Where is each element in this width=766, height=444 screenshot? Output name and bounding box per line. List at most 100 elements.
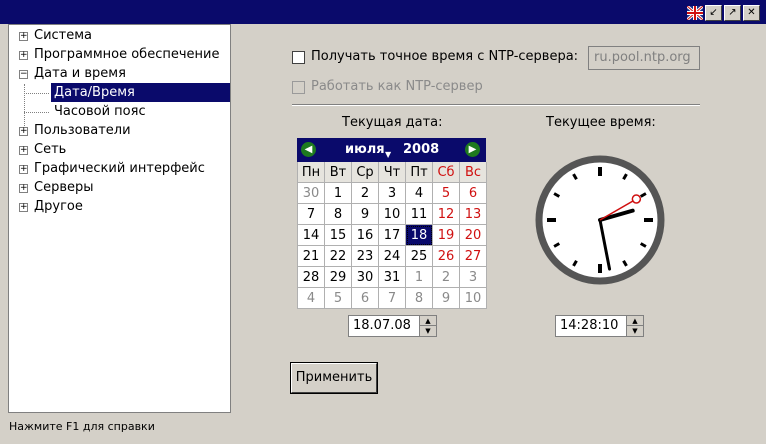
calendar-day[interactable]: 21 bbox=[298, 246, 325, 267]
next-month-icon[interactable]: ▶ bbox=[465, 142, 480, 157]
calendar[interactable]: ◀ июля ▼ 2008 ▶ Пн Вт Ср Чт Пт Сб Вс 30 1 2 3 4 5 6 7 8… bbox=[297, 138, 487, 309]
ntp-server-mode-checkbox[interactable] bbox=[292, 81, 305, 94]
date-spinbox[interactable]: 18.07.08 ▲ ▼ bbox=[348, 315, 437, 337]
calendar-day[interactable]: 24 bbox=[379, 246, 406, 267]
calendar-day[interactable]: 4 bbox=[298, 288, 325, 309]
close-button[interactable]: ✕ bbox=[743, 5, 760, 21]
calendar-day[interactable]: 30 bbox=[352, 267, 379, 288]
ntp-sync-checkbox[interactable] bbox=[292, 51, 305, 64]
calendar-day[interactable]: 17 bbox=[379, 225, 406, 246]
tree-item-label: Другое bbox=[34, 199, 83, 214]
expand-icon[interactable]: + bbox=[19, 165, 28, 174]
tree-item-servers[interactable]: Серверы bbox=[34, 178, 94, 197]
title-bar: ↙ ↗ ✕ bbox=[0, 0, 766, 24]
calendar-day[interactable]: 28 bbox=[298, 267, 325, 288]
tree-item-network[interactable]: Сеть bbox=[34, 140, 66, 159]
calendar-day[interactable]: 15 bbox=[325, 225, 352, 246]
calendar-day[interactable]: 7 bbox=[379, 288, 406, 309]
tree-item-label: Графический интерфейс bbox=[34, 161, 205, 176]
calendar-day[interactable]: 20 bbox=[460, 225, 487, 246]
expand-icon[interactable]: + bbox=[19, 51, 28, 60]
month-dropdown-icon[interactable]: ▼ bbox=[385, 150, 391, 159]
tree-connector bbox=[24, 93, 49, 94]
minimize-button[interactable]: ↙ bbox=[705, 5, 722, 21]
spin-down-icon[interactable]: ▼ bbox=[627, 326, 643, 336]
calendar-day[interactable]: 5 bbox=[433, 183, 460, 204]
tree-item-label: Дата/Время bbox=[51, 83, 230, 102]
tree-item-label: Серверы bbox=[34, 180, 94, 195]
calendar-month[interactable]: июля bbox=[345, 142, 385, 157]
tree-item-other[interactable]: Другое bbox=[34, 197, 83, 216]
calendar-day[interactable]: 7 bbox=[298, 204, 325, 225]
calendar-day[interactable]: 4 bbox=[406, 183, 433, 204]
weekday-header: Вс bbox=[460, 162, 487, 183]
tree-item-timezone[interactable]: Часовой пояс bbox=[54, 102, 146, 121]
tree-item-system[interactable]: Система bbox=[34, 26, 92, 45]
calendar-day[interactable]: 5 bbox=[325, 288, 352, 309]
tree-item-date-time-settings[interactable]: Дата/Время bbox=[51, 83, 230, 102]
calendar-day[interactable]: 6 bbox=[352, 288, 379, 309]
calendar-day[interactable]: 29 bbox=[325, 267, 352, 288]
calendar-day[interactable]: 8 bbox=[325, 204, 352, 225]
calendar-day[interactable]: 14 bbox=[298, 225, 325, 246]
calendar-day[interactable]: 1 bbox=[325, 183, 352, 204]
calendar-day[interactable]: 27 bbox=[460, 246, 487, 267]
calendar-day[interactable]: 11 bbox=[406, 204, 433, 225]
tree-item-gui[interactable]: Графический интерфейс bbox=[34, 159, 205, 178]
expand-icon[interactable]: + bbox=[19, 203, 28, 212]
maximize-button[interactable]: ↗ bbox=[724, 5, 741, 21]
collapse-icon[interactable]: − bbox=[19, 70, 28, 79]
expand-icon[interactable]: + bbox=[19, 127, 28, 136]
tree-connector bbox=[24, 112, 49, 113]
calendar-day[interactable]: 25 bbox=[406, 246, 433, 267]
ntp-server-field[interactable]: ru.pool.ntp.org bbox=[588, 46, 700, 70]
ntp-server-mode-label: Работать как NTP-сервер bbox=[311, 79, 483, 94]
prev-month-icon[interactable]: ◀ bbox=[301, 142, 316, 157]
calendar-day[interactable]: 13 bbox=[460, 204, 487, 225]
tree-item-users[interactable]: Пользователи bbox=[34, 121, 131, 140]
calendar-day[interactable]: 1 bbox=[406, 267, 433, 288]
calendar-day[interactable]: 9 bbox=[352, 204, 379, 225]
window-controls: ↙ ↗ ✕ bbox=[687, 5, 760, 21]
calendar-day[interactable]: 3 bbox=[460, 267, 487, 288]
calendar-day[interactable]: 10 bbox=[379, 204, 406, 225]
calendar-day[interactable]: 10 bbox=[460, 288, 487, 309]
calendar-day[interactable]: 23 bbox=[352, 246, 379, 267]
tree-item-label: Система bbox=[34, 28, 93, 43]
calendar-year[interactable]: 2008 bbox=[403, 142, 439, 157]
settings-tree[interactable]: + Система + Программное обеспечение − Да… bbox=[8, 24, 231, 413]
status-bar: Нажмите F1 для справки bbox=[9, 420, 155, 433]
apply-button[interactable]: Применить bbox=[290, 362, 378, 394]
calendar-day[interactable]: 2 bbox=[352, 183, 379, 204]
calendar-day[interactable]: 26 bbox=[433, 246, 460, 267]
calendar-day[interactable]: 30 bbox=[298, 183, 325, 204]
spin-up-icon[interactable]: ▲ bbox=[420, 316, 436, 326]
expand-icon[interactable]: + bbox=[19, 184, 28, 193]
calendar-day[interactable]: 8 bbox=[406, 288, 433, 309]
tree-item-date-time[interactable]: Дата и время bbox=[34, 64, 126, 83]
weekday-header: Чт bbox=[379, 162, 406, 183]
time-spinbox[interactable]: 14:28:10 ▲ ▼ bbox=[555, 315, 644, 337]
calendar-day[interactable]: 12 bbox=[433, 204, 460, 225]
calendar-day[interactable]: 3 bbox=[379, 183, 406, 204]
calendar-day[interactable]: 19 bbox=[433, 225, 460, 246]
calendar-day[interactable]: 2 bbox=[433, 267, 460, 288]
calendar-day[interactable]: 22 bbox=[325, 246, 352, 267]
tree-connector bbox=[24, 84, 25, 128]
weekday-header: Вт bbox=[325, 162, 352, 183]
calendar-day[interactable]: 9 bbox=[433, 288, 460, 309]
expand-icon[interactable]: + bbox=[19, 146, 28, 155]
calendar-day[interactable]: 6 bbox=[460, 183, 487, 204]
spin-up-icon[interactable]: ▲ bbox=[627, 316, 643, 326]
calendar-day[interactable]: 16 bbox=[352, 225, 379, 246]
expand-icon[interactable]: + bbox=[19, 32, 28, 41]
uk-flag-icon[interactable] bbox=[687, 6, 703, 20]
spin-down-icon[interactable]: ▼ bbox=[420, 326, 436, 336]
ntp-sync-label: Получать точное время с NTP-сервера: bbox=[311, 49, 579, 64]
calendar-header: ◀ июля ▼ 2008 ▶ bbox=[297, 138, 486, 162]
calendar-day[interactable]: 18 bbox=[406, 225, 433, 246]
calendar-grid: Пн Вт Ср Чт Пт Сб Вс 30 1 2 3 4 5 6 7 8 9 10 11 12 13 14 15 16 1… bbox=[297, 162, 487, 309]
tree-item-software[interactable]: Программное обеспечение bbox=[34, 45, 219, 64]
calendar-day[interactable]: 31 bbox=[379, 267, 406, 288]
date-spin-buttons: ▲ ▼ bbox=[419, 316, 436, 336]
